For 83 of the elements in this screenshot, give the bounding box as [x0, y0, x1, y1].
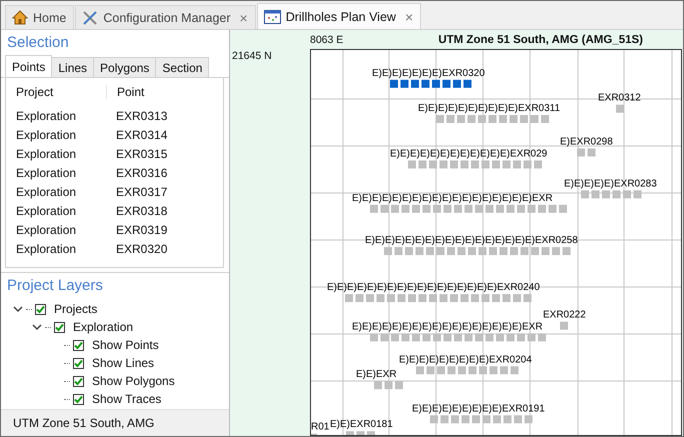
drillhole-markers[interactable] — [581, 190, 642, 198]
panel-title: Project Layers — [6, 276, 104, 296]
northing-label: 21645 N — [232, 50, 272, 62]
table-cell-text: EXR0314 — [115, 128, 168, 142]
document-tab[interactable]: Configuration Manager × — [75, 5, 256, 29]
column-header[interactable]: Project — [6, 85, 106, 99]
table-cell-text: Exploration — [15, 184, 78, 198]
column-header[interactable]: Point — [106, 85, 223, 99]
drillhole-markers[interactable] — [345, 294, 532, 302]
drillhole-markers[interactable] — [370, 204, 567, 213]
checkbox[interactable] — [54, 322, 65, 332]
document-tab[interactable]: Drillholes Plan View × — [256, 3, 422, 29]
checkbox[interactable] — [73, 394, 84, 404]
drillhole-markers[interactable] — [346, 431, 375, 435]
chevron-down-icon[interactable] — [13, 305, 23, 313]
table-cell-text: EXR0320 — [115, 242, 168, 256]
table-cell-text: EXR0316 — [115, 166, 168, 180]
drillhole-markers[interactable] — [384, 247, 570, 256]
plan-map[interactable] — [310, 49, 682, 436]
layer-label[interactable]: Exploration — [73, 320, 134, 334]
table-cell-text: Exploration — [15, 128, 78, 142]
table-cell-text: EXR0313 — [115, 108, 168, 122]
drillhole-label: E)E)EXR0181 — [330, 419, 393, 430]
drillhole-markers[interactable] — [560, 322, 568, 330]
table-cell-text: EXR0318 — [115, 204, 168, 218]
drillhole-label: R01 — [311, 422, 330, 433]
table-cell-text: Exploration — [15, 204, 78, 218]
drillhole-label: E)E)E)E)E)E)E)E)E)EXR0204 — [399, 354, 532, 366]
drillhole-markers[interactable] — [430, 415, 532, 424]
checkbox[interactable] — [35, 304, 46, 314]
layer-label[interactable]: Show Traces — [92, 392, 162, 406]
layer-label[interactable]: Show Points — [92, 338, 159, 352]
selection-tab[interactable]: Lines — [51, 57, 94, 77]
drillhole-label: EXR0312 — [598, 92, 641, 104]
map-window-icon — [264, 10, 281, 24]
selection-tab[interactable]: Section — [155, 57, 210, 77]
drillhole-label: E)E)E)E)E)E)E)E)E)E)E)E)E)E)E)E)E)EXR0240 — [327, 282, 540, 294]
layer-label[interactable]: Show Lines — [92, 356, 154, 370]
close-icon[interactable]: × — [404, 8, 414, 24]
layer-label[interactable]: Projects — [54, 302, 98, 316]
status-bar: UTM Zone 51 South, AMG — [1, 409, 229, 436]
tools-icon — [82, 10, 98, 26]
table-cell-text: EXR0319 — [115, 222, 168, 236]
easting-label: 8063 E — [310, 34, 344, 46]
layer-label[interactable]: Show Polygons — [92, 374, 175, 388]
table-cell-text: Exploration — [15, 242, 78, 256]
drillhole-markers[interactable] — [408, 160, 542, 168]
drillhole-label: E)E)E)E)E)E)E)E)E)EXR0191 — [412, 403, 545, 414]
drillhole-markers[interactable] — [436, 115, 549, 123]
drillhole-label: E)E)E)E)E)E)E)E)E)E)E)E)E)E)E)E)E)EXR0258 — [365, 235, 578, 246]
drillhole-label: E)E)E)E)E)E)E)E)E)E)E)E)E)E)E)E)E)E)EXR — [352, 192, 553, 204]
table-cell-text: EXR0317 — [115, 184, 168, 198]
drillhole-markers[interactable] — [374, 381, 403, 390]
selection-tab[interactable]: Polygons — [93, 57, 156, 77]
panel-title: Selection — [6, 33, 70, 53]
drillhole-label: EXR0222 — [543, 310, 586, 321]
house-icon — [12, 10, 28, 25]
drillhole-markers[interactable] — [390, 80, 472, 88]
table-cell-text: Exploration — [15, 146, 78, 160]
table-cell-text: Exploration — [15, 166, 78, 180]
selection-tab[interactable]: Points — [5, 55, 52, 77]
drillhole-label: E)EXR0298 — [560, 136, 613, 148]
checkbox[interactable] — [73, 376, 84, 386]
table-cell-text: Exploration — [15, 108, 78, 122]
drillhole-label: E)E)EXR — [356, 369, 397, 380]
close-icon[interactable]: × — [240, 10, 248, 26]
chevron-down-icon[interactable] — [32, 323, 42, 331]
document-tab[interactable]: Home — [5, 5, 74, 29]
drillhole-markers[interactable] — [370, 333, 546, 342]
table-cell-text: Exploration — [15, 222, 78, 236]
map-title: UTM Zone 51 South, AMG (AMG_51S) — [438, 34, 643, 46]
drillhole-markers[interactable] — [311, 434, 317, 435]
drillhole-markers[interactable] — [616, 104, 624, 113]
drillhole-label: E)E)E)E)E)EXR0283 — [564, 178, 657, 190]
drillhole-label: E)E)E)E)E)E)E)EXR0320 — [372, 68, 485, 79]
drillhole-markers[interactable] — [577, 148, 596, 156]
checkbox[interactable] — [73, 340, 84, 350]
drillhole-label: E)E)E)E)E)E)E)E)E)E)E)E)E)E)E)E)E)EXR — [352, 321, 543, 332]
table-cell-text: EXR0315 — [115, 146, 168, 160]
checkbox[interactable] — [73, 358, 84, 368]
drillhole-markers[interactable] — [416, 366, 518, 374]
drillhole-label: E)E)E)E)E)E)E)E)E)E)E)E)EXR029 — [390, 148, 548, 160]
drillhole-label: E)E)E)E)E)E)E)E)E)E)EXR0311 — [418, 103, 560, 114]
